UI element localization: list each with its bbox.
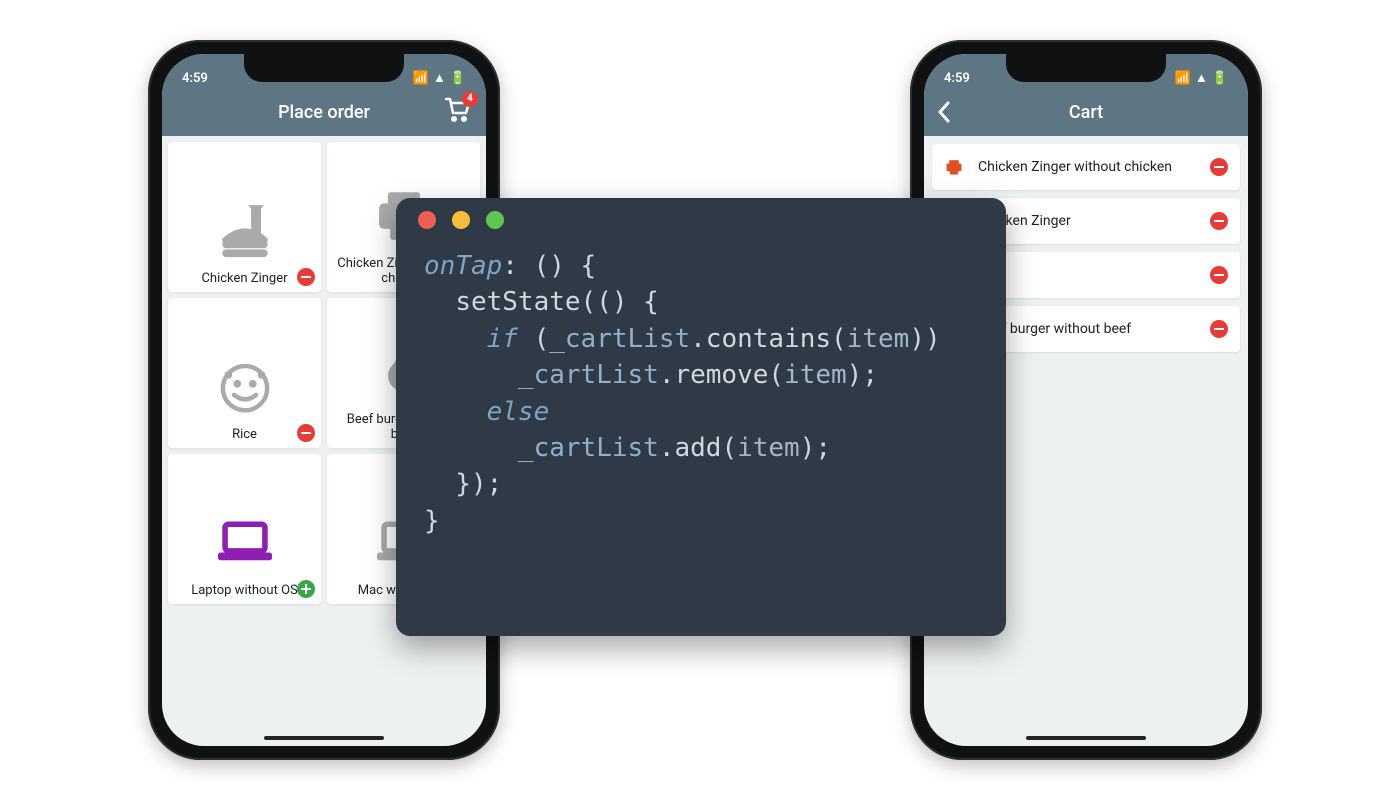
back-button[interactable] [936,88,950,136]
remove-button[interactable] [297,424,315,442]
cart-item-label: Rice [978,267,1196,283]
battery-icon: 🔋 [450,71,466,86]
status-icons: 📶 ▲ 🔋 [413,70,466,86]
code-block: onTap: () { setState(() { if (_cartList.… [396,242,1006,545]
remove-button[interactable] [1210,266,1228,284]
status-time: 4:59 [944,71,970,86]
product-card[interactable]: Chicken Zinger [168,142,321,292]
zoom-icon[interactable] [486,211,504,229]
window-controls [396,198,1006,242]
status-time: 4:59 [182,71,208,86]
product-card[interactable]: Rice [168,298,321,448]
home-indicator [1026,736,1146,740]
appbar-cart: Cart [924,88,1248,136]
battery-icon: 🔋 [1212,71,1228,86]
product-label: Rice [232,427,257,442]
chevron-left-icon [936,101,950,123]
cart-item-label: Chicken Zinger [978,213,1196,229]
close-icon[interactable] [418,211,436,229]
product-card[interactable]: Laptop without OS [168,454,321,604]
remove-button[interactable] [1210,212,1228,230]
wifi-icon: ▲ [1195,70,1208,86]
page-title: Cart [1069,102,1103,123]
wifi-icon: ▲ [433,70,446,86]
remove-button[interactable] [297,268,315,286]
cart-item-label: Chicken Zinger without chicken [978,159,1196,175]
notch [1006,54,1166,82]
appbar-place-order: Place order 4 [162,88,486,136]
add-button[interactable] [297,580,315,598]
notch [244,54,404,82]
laptop-icon [210,511,280,577]
signal-icon: 📶 [413,71,429,86]
page-title: Place order [278,102,370,123]
status-icons: 📶 ▲ 🔋 [1175,70,1228,86]
product-label: Laptop without OS [191,583,298,598]
remove-button[interactable] [1210,158,1228,176]
cart-button[interactable]: 4 [444,88,472,136]
code-window: onTap: () { setState(() { if (_cartList.… [396,198,1006,636]
burger-icon [210,199,280,265]
printer-icon [944,157,964,177]
cart-row[interactable]: Chicken Zinger without chicken [932,144,1240,190]
product-label: Chicken Zinger [201,271,287,286]
remove-button[interactable] [1210,320,1228,338]
signal-icon: 📶 [1175,71,1191,86]
cart-item-label: Beef burger without beef [978,321,1196,337]
cart-badge: 4 [462,91,478,107]
face-icon [210,355,280,421]
home-indicator [264,736,384,740]
minimize-icon[interactable] [452,211,470,229]
